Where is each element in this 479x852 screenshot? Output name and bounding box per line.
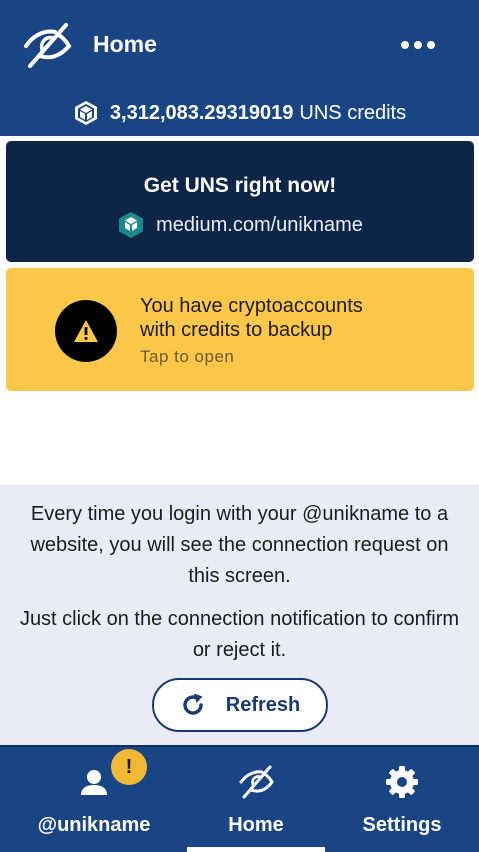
refresh-button[interactable]: Refresh bbox=[152, 678, 328, 732]
credits-balance: 3,312,083.29319019 UNS credits bbox=[0, 98, 479, 128]
nav-item-home[interactable]: Home bbox=[187, 747, 325, 852]
page-title: Home bbox=[93, 31, 157, 57]
uns-cube-icon bbox=[74, 101, 97, 125]
more-dots-icon[interactable] bbox=[394, 28, 442, 62]
nav-item-settings[interactable]: Settings bbox=[334, 747, 470, 852]
alert-message: You have cryptoaccounts with credits to … bbox=[140, 295, 363, 341]
backup-alert-card[interactable]: You have cryptoaccounts with credits to … bbox=[6, 268, 474, 391]
eye-slash-logo-icon bbox=[24, 23, 72, 68]
user-icon bbox=[81, 770, 107, 795]
nav-item-unikname[interactable]: @unikname ! bbox=[18, 747, 170, 852]
nav-label-unikname: @unikname bbox=[37, 814, 151, 836]
promo-card[interactable]: Get UNS right now! medium.com/unikname bbox=[6, 141, 474, 262]
connection-info-panel: Every time you login with your @unikname… bbox=[0, 485, 479, 745]
promo-link-text: medium.com/unikname bbox=[156, 213, 363, 236]
credits-unit: UNS credits bbox=[299, 101, 407, 124]
warning-icon bbox=[55, 300, 117, 362]
eye-slash-icon bbox=[239, 765, 274, 799]
gear-icon bbox=[386, 766, 418, 798]
nav-label-settings: Settings bbox=[362, 814, 442, 836]
alert-subtext: Tap to open bbox=[140, 347, 235, 366]
app-header: Home 3,312,083.29319019 UNS credits bbox=[0, 0, 479, 136]
promo-title: Get UNS right now! bbox=[143, 174, 337, 197]
promo-link[interactable]: medium.com/unikname bbox=[6, 211, 474, 239]
medium-hex-icon bbox=[119, 212, 144, 238]
bottom-navbar: @unikname ! Home Settings bbox=[0, 745, 479, 852]
info-paragraph-1: Every time you login with your @unikname… bbox=[30, 503, 449, 587]
info-paragraph-2: Just click on the connection notificatio… bbox=[19, 608, 460, 661]
credits-amount: 3,312,083.29319019 bbox=[109, 101, 294, 124]
nav-label-home: Home bbox=[228, 814, 284, 836]
active-tab-indicator bbox=[187, 847, 325, 852]
refresh-label: Refresh bbox=[225, 693, 301, 716]
notification-badge: ! bbox=[111, 749, 147, 785]
refresh-icon bbox=[183, 693, 203, 715]
